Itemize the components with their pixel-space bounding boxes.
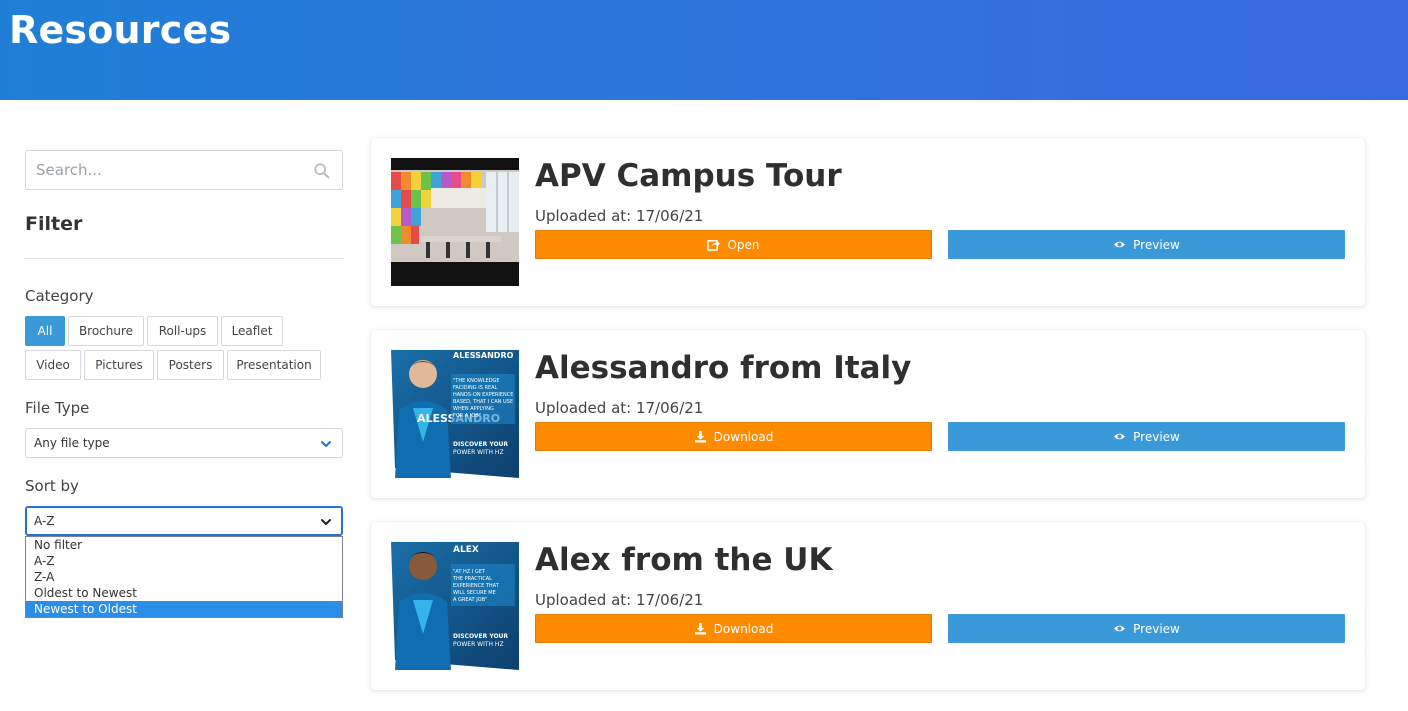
resource-card: ALESSANDRO ALESSANDRO "THE KNOWLEDGE FAC… <box>371 330 1365 498</box>
poster-text: EXPERIENCE THAT <box>453 583 500 589</box>
sort-option-z-a[interactable]: Z-A <box>26 569 342 585</box>
resource-thumbnail: ALESSANDRO ALESSANDRO "THE KNOWLEDGE FAC… <box>391 350 519 478</box>
poster-text: WHEN APPLYING <box>453 406 494 412</box>
sort-dropdown-list: No filter A-Z Z-A Oldest to Newest Newes… <box>25 536 343 618</box>
alex-poster-thumbnail: ALEX "AT HZ I GET THE PRACTICAL EXPERIEN… <box>391 542 519 670</box>
file-type-label: File Type <box>25 399 90 417</box>
preview-button-label: Preview <box>1133 621 1180 636</box>
upload-date: Uploaded at: 17/06/21 <box>535 207 704 225</box>
poster-text: ALESSANDRO <box>453 351 514 360</box>
resource-thumbnail: ALEX "AT HZ I GET THE PRACTICAL EXPERIEN… <box>391 542 519 670</box>
sort-option-newest-to-oldest[interactable]: Newest to Oldest <box>26 601 342 617</box>
poster-text: A GREAT JOB" <box>453 597 487 603</box>
poster-text: WILL SECURE ME <box>453 590 496 596</box>
category-chip-pictures[interactable]: Pictures <box>84 350 154 380</box>
eye-icon <box>1114 241 1126 248</box>
poster-text: ALEX <box>453 545 479 555</box>
preview-button[interactable]: Preview <box>948 614 1345 643</box>
category-chip-video[interactable]: Video <box>25 350 81 380</box>
download-button[interactable]: Download <box>535 614 932 643</box>
file-type-select[interactable]: Any file type <box>25 428 343 458</box>
preview-button-label: Preview <box>1133 237 1180 252</box>
chevron-down-icon <box>321 441 331 447</box>
open-button-label: Open <box>727 237 760 252</box>
campus-photo-thumbnail <box>391 158 519 286</box>
category-chip-all[interactable]: All <box>25 316 65 346</box>
page-title: Resources <box>9 8 232 52</box>
search-box <box>25 150 343 190</box>
eye-icon <box>1114 625 1126 632</box>
category-chip-presentation[interactable]: Presentation <box>227 350 321 380</box>
sort-value: A-Z <box>34 514 55 528</box>
poster-text: POWER WITH HZ <box>453 449 504 456</box>
sort-option-oldest-to-newest[interactable]: Oldest to Newest <box>26 585 342 601</box>
sort-option-a-z[interactable]: A-Z <box>26 553 342 569</box>
chevron-down-icon <box>321 519 331 525</box>
open-button[interactable]: Open <box>535 230 932 259</box>
category-chip-brochure[interactable]: Brochure <box>68 316 144 346</box>
resource-title: Alex from the UK <box>535 542 833 578</box>
alessandro-poster-thumbnail: ALESSANDRO ALESSANDRO "THE KNOWLEDGE FAC… <box>391 350 519 478</box>
download-button-label: Download <box>713 429 774 444</box>
eye-icon <box>1114 433 1126 440</box>
external-link-icon <box>707 240 721 251</box>
resource-thumbnail <box>391 158 519 286</box>
download-icon <box>694 430 706 443</box>
sort-option-no-filter[interactable]: No filter <box>26 537 342 553</box>
resource-title: APV Campus Tour <box>535 158 842 194</box>
poster-text: DISCOVER YOUR <box>453 441 508 448</box>
filter-heading: Filter <box>25 213 83 235</box>
resource-title: Alessandro from Italy <box>535 350 912 386</box>
poster-text: HANDS-ON EXPERIENCE <box>453 392 513 398</box>
divider <box>25 258 343 259</box>
poster-text: "AT HZ I GET <box>453 569 486 575</box>
poster-text: THE PRACTICAL <box>452 576 492 582</box>
download-button-label: Download <box>713 621 774 636</box>
poster-text: DISCOVER YOUR <box>453 633 508 640</box>
file-type-value: Any file type <box>34 436 110 450</box>
download-button[interactable]: Download <box>535 422 932 451</box>
poster-text: FOR A JOB" <box>453 413 481 419</box>
preview-button-label: Preview <box>1133 429 1180 444</box>
category-chip-leaflet[interactable]: Leaflet <box>221 316 283 346</box>
search-icon[interactable] <box>313 162 331 180</box>
poster-text: "THE KNOWLEDGE <box>453 378 500 384</box>
filter-sidebar: Filter Category All Brochure Roll-ups Le… <box>25 150 343 618</box>
category-label: Category <box>25 287 94 305</box>
poster-text: BASED, THAT I CAN USE <box>453 399 513 405</box>
preview-button[interactable]: Preview <box>948 422 1345 451</box>
search-input[interactable] <box>36 151 306 189</box>
preview-button[interactable]: Preview <box>948 230 1345 259</box>
poster-text: FACIDING IS REAL <box>453 385 498 391</box>
upload-date: Uploaded at: 17/06/21 <box>535 591 704 609</box>
sort-select[interactable]: A-Z <box>25 506 343 536</box>
page-header: Resources <box>0 0 1408 100</box>
category-chip-roll-ups[interactable]: Roll-ups <box>147 316 218 346</box>
resource-card: ALEX "AT HZ I GET THE PRACTICAL EXPERIEN… <box>371 522 1365 690</box>
upload-date: Uploaded at: 17/06/21 <box>535 399 704 417</box>
category-chip-posters[interactable]: Posters <box>157 350 224 380</box>
poster-text: POWER WITH HZ <box>453 641 504 648</box>
resource-card: APV Campus Tour Uploaded at: 17/06/21 Op… <box>371 138 1365 306</box>
sort-label: Sort by <box>25 477 79 495</box>
download-icon <box>694 622 706 635</box>
